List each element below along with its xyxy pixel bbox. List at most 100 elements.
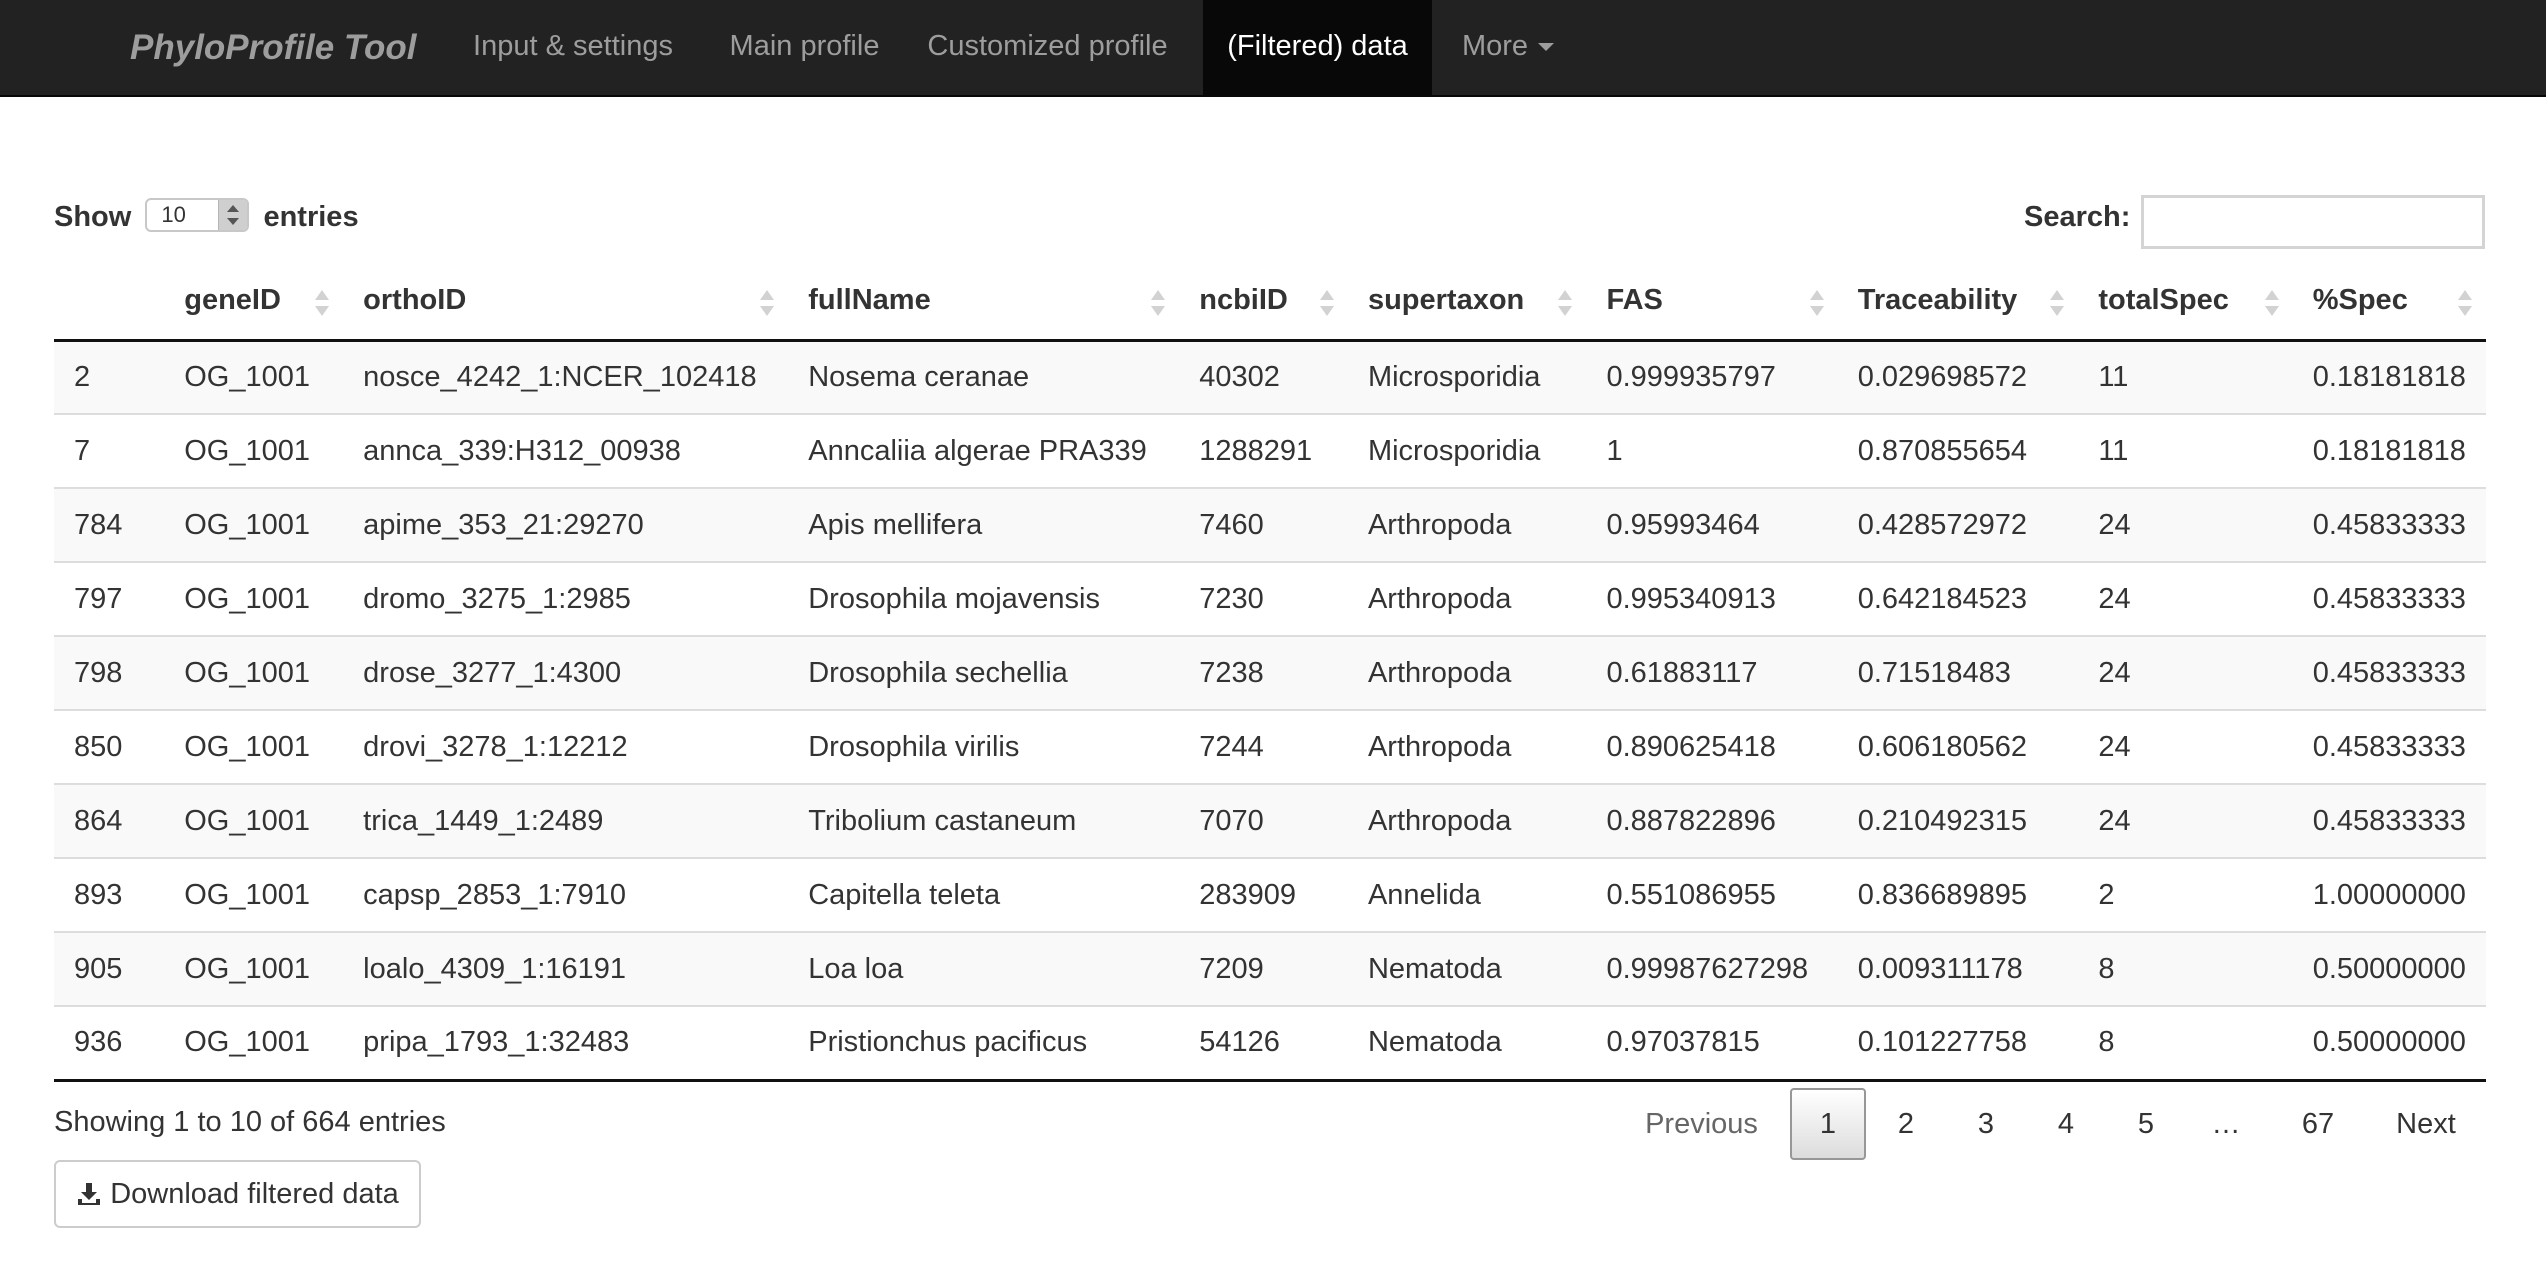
table-cell: 7238: [1179, 635, 1348, 710]
table-row[interactable]: 798 OG_1001 drose_3277_1:4300 Drosophila se…: [54, 635, 2486, 710]
pagination-page-1[interactable]: 1: [1790, 1088, 1866, 1160]
table-row[interactable]: 850 OG_1001 drovi_3278_1:12212 Drosophila v…: [54, 709, 2486, 784]
table-cell: 0.50000000: [2292, 1005, 2486, 1082]
table-row[interactable]: 7 OG_1001 annca_339:H312_00938 Anncaliia al…: [54, 413, 2486, 488]
table-cell: Capitella teleta: [788, 857, 1180, 932]
column-header-supertaxon[interactable]: supertaxon: [1347, 262, 1587, 342]
table-cell: Pristionchus pacificus: [788, 1005, 1180, 1082]
table-cell: 0.606180562: [1837, 709, 2079, 784]
sort-icon: [2050, 290, 2065, 316]
table-cell: 0.95993464: [1586, 487, 1838, 562]
table-cell: 7209: [1179, 931, 1348, 1006]
entries-label: entries: [263, 201, 359, 233]
table-cell: Drosophila mojavensis: [788, 561, 1180, 636]
brand-title[interactable]: PhyloProfile Tool: [130, 0, 417, 95]
column-header-fullName[interactable]: fullName: [788, 262, 1180, 342]
table-cell: 7460: [1179, 487, 1348, 562]
pagination-page-5[interactable]: 5: [2106, 1088, 2186, 1160]
select-spinner-icon: [218, 200, 248, 231]
pagination-page-3[interactable]: 3: [1946, 1088, 2026, 1160]
table-cell: 11: [2078, 413, 2293, 488]
column-header-index[interactable]: [54, 262, 165, 342]
table-cell: 864: [54, 783, 165, 858]
table-body: 2 OG_1001 nosce_4242_1:NCER_102418 Nosema c…: [54, 340, 2486, 1082]
show-label: Show: [54, 201, 132, 233]
pagination-page-4[interactable]: 4: [2026, 1088, 2106, 1160]
table-cell: 54126: [1179, 1005, 1348, 1082]
pagination-previous[interactable]: Previous: [1630, 1088, 1773, 1160]
table-cell: 0.210492315: [1837, 783, 2079, 858]
table-cell: 0.99987627298: [1586, 931, 1838, 1006]
column-header-FAS[interactable]: FAS: [1586, 262, 1838, 342]
table-cell: 0.45833333: [2292, 783, 2486, 858]
entries-select[interactable]: 10: [145, 198, 250, 233]
table-row[interactable]: 893 OG_1001 capsp_2853_1:7910 Capitella tel…: [54, 857, 2486, 932]
table-row[interactable]: 784 OG_1001 apime_353_21:29270 Apis mellife…: [54, 487, 2486, 562]
table-cell: 0.50000000: [2292, 931, 2486, 1006]
tab-main-profile[interactable]: Main profile: [712, 0, 897, 95]
tab-customized-profile[interactable]: Customized profile: [918, 0, 1177, 95]
table-cell: 24: [2078, 635, 2293, 710]
column-header-totalSpec[interactable]: totalSpec: [2078, 262, 2293, 342]
column-header-orthoID[interactable]: orthoID: [343, 262, 789, 342]
table-cell: 0.870855654: [1837, 413, 2079, 488]
table-cell: 0.18181818: [2312, 360, 2466, 393]
table-cell: OG_1001: [164, 1005, 344, 1082]
pagination-page-67[interactable]: 67: [2276, 1088, 2360, 1160]
table-cell: 283909: [1179, 857, 1348, 932]
download-button-label: Download filtered data: [110, 1177, 399, 1210]
sort-icon: [1151, 290, 1166, 316]
table-cell: 0.45833333: [2292, 709, 2486, 784]
table-cell: 0.428572972: [1837, 487, 2079, 562]
table-cell: 0.45833333: [2292, 561, 2486, 636]
table-cell: OG_1001: [164, 487, 344, 562]
table-cell: OG_1001: [164, 931, 344, 1006]
table-row[interactable]: 864 OG_1001 trica_1449_1:2489 Tribolium cas…: [54, 783, 2486, 858]
navbar: PhyloProfile Tool Input & settings Main …: [0, 0, 2546, 97]
table-cell: 0.890625418: [1586, 709, 1838, 784]
pagination-page-2[interactable]: 2: [1866, 1088, 1946, 1160]
column-header-traceability[interactable]: Traceability: [1837, 262, 2079, 342]
filtered-data-table: geneID orthoID fullName ncbiID supertaxo…: [54, 262, 2486, 1082]
table-cell: OG_1001: [164, 635, 344, 710]
tab-more-dropdown[interactable]: More: [1448, 0, 1568, 95]
table-cell: 0.18181818: [2292, 413, 2486, 488]
table-cell: Arthropoda: [1347, 783, 1587, 858]
table-cell: Arthropoda: [1347, 561, 1587, 636]
table-cell: apime_353_21:29270: [343, 487, 789, 562]
tab-input-settings[interactable]: Input & settings: [456, 0, 690, 95]
column-header-geneID[interactable]: geneID: [164, 262, 344, 342]
table-cell: OG_1001: [184, 360, 310, 393]
table-cell: 1288291: [1179, 413, 1348, 488]
table-cell: 0.45833333: [2292, 635, 2486, 710]
table-cell: trica_1449_1:2489: [343, 783, 789, 858]
table-cell: OG_1001: [164, 783, 344, 858]
table-row[interactable]: 797 OG_1001 dromo_3275_1:2985 Drosophila mo…: [54, 561, 2486, 636]
table-row[interactable]: 2 OG_1001 nosce_4242_1:NCER_102418 Nosema c…: [54, 340, 2486, 414]
table-cell: 24: [2078, 709, 2293, 784]
search-input[interactable]: [2141, 195, 2485, 249]
table-cell: OG_1001: [164, 857, 344, 932]
table-cell: 11: [2098, 360, 2129, 393]
table-cell: Annelida: [1347, 857, 1587, 932]
table-cell: 7: [54, 413, 165, 488]
sort-icon: [760, 290, 775, 316]
table-cell: 2: [74, 360, 91, 393]
column-header-ncbiID[interactable]: ncbiID: [1179, 262, 1348, 342]
table-row[interactable]: 936 OG_1001 pripa_1793_1:32483 Pristionchus…: [54, 1005, 2486, 1082]
table-cell: 7230: [1179, 561, 1348, 636]
pagination-next[interactable]: Next: [2378, 1088, 2474, 1160]
tab-filtered-data[interactable]: (Filtered) data: [1203, 0, 1432, 95]
download-filtered-data-button[interactable]: Download filtered data: [54, 1160, 421, 1228]
table-cell: 24: [2078, 783, 2293, 858]
sort-icon: [1558, 290, 1573, 316]
table-cell: 797: [54, 561, 165, 636]
table-cell: Drosophila sechellia: [788, 635, 1180, 710]
column-header-pct-spec[interactable]: %Spec: [2292, 262, 2486, 342]
table-row[interactable]: 905 OG_1001 loalo_4309_1:16191 Loa loa 7209 N…: [54, 931, 2486, 1006]
table-cell: Apis mellifera: [788, 487, 1180, 562]
table-cell: 850: [54, 709, 165, 784]
table-cell: 1: [1586, 413, 1838, 488]
show-entries-control: Show 10 entries: [54, 195, 359, 239]
table-cell: 24: [2078, 487, 2293, 562]
